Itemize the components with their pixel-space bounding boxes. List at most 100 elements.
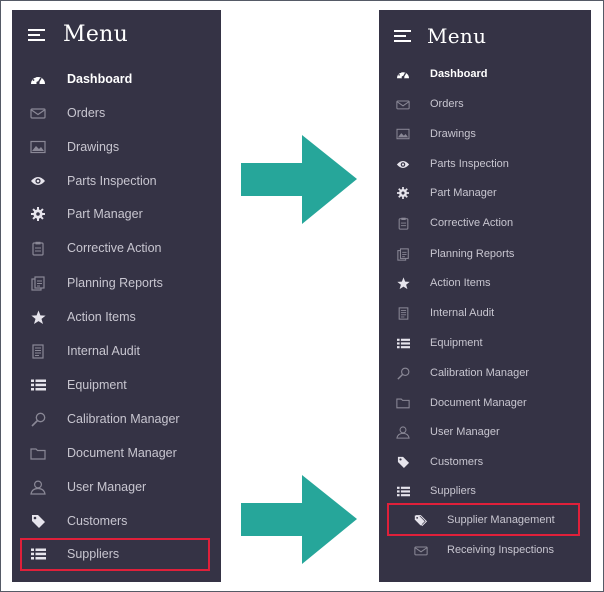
gear-icon	[30, 206, 46, 222]
sidebar-item-label: User Manager	[430, 426, 500, 438]
sidebar-item-label: Corrective Action	[67, 241, 162, 255]
sidebar-item-label: Internal Audit	[67, 344, 140, 358]
sidebar-item-label: Part Manager	[67, 207, 143, 221]
sidebar-item-parts-inspection[interactable]: Parts Inspection	[379, 153, 591, 175]
sidebar-item-label: Action Items	[67, 310, 136, 324]
sidebar-item-part-manager[interactable]: Part Manager	[12, 203, 221, 225]
list-icon	[396, 484, 410, 498]
sidebar-item-label: Parts Inspection	[67, 174, 157, 188]
sidebar-item-label: Parts Inspection	[430, 158, 509, 170]
dashboard-icon	[30, 71, 46, 87]
sidebar-item-label: Supplier Management	[447, 514, 555, 526]
sidebar-item-label: Equipment	[430, 337, 483, 349]
sidebar-item-document-manager[interactable]: Document Manager	[379, 392, 591, 414]
sidebar-item-suppliers[interactable]: Suppliers	[379, 480, 591, 502]
sidebar-item-label: Equipment	[67, 378, 127, 392]
image-icon	[396, 127, 410, 141]
sidebar-item-calibration-manager[interactable]: Calibration Manager	[12, 408, 221, 430]
sidebar-item-label: Orders	[67, 106, 106, 120]
sidebar-item-equipment[interactable]: Equipment	[12, 374, 221, 396]
hamburger-icon[interactable]	[394, 30, 411, 42]
sidebar-item-user-manager[interactable]: User Manager	[379, 421, 591, 443]
sidebar-item-label: Planning Reports	[67, 276, 163, 290]
arrow-right-icon	[241, 135, 357, 224]
sidebar-item-dashboard[interactable]: Dashboard	[379, 63, 591, 85]
sidebar-item-planning-reports[interactable]: Planning Reports	[12, 272, 221, 294]
dashboard-icon	[396, 67, 410, 81]
clipboard-icon	[396, 216, 410, 230]
sidebar-item-label: Document Manager	[430, 397, 527, 409]
sidebar-item-label: Planning Reports	[430, 248, 515, 260]
user-icon	[396, 425, 410, 439]
magnifier-icon	[30, 411, 46, 427]
sidebar-item-part-manager[interactable]: Part Manager	[379, 182, 591, 204]
list-icon	[396, 336, 410, 350]
sidebar-item-planning-reports[interactable]: Planning Reports	[379, 243, 591, 265]
sidebar-item-label: Calibration Manager	[430, 367, 530, 379]
star-icon	[396, 276, 410, 290]
sidebar-item-dashboard[interactable]: Dashboard	[12, 68, 221, 90]
sidebar-item-calibration-manager[interactable]: Calibration Manager	[379, 362, 591, 384]
sidebar-item-label: Orders	[430, 98, 464, 110]
star-icon	[30, 309, 46, 325]
menu-title: Menu	[427, 24, 487, 48]
sidebar-item-orders[interactable]: Orders	[379, 93, 591, 115]
sidebar-item-internal-audit[interactable]: Internal Audit	[12, 340, 221, 362]
hamburger-icon[interactable]	[28, 28, 45, 41]
sidebar-item-parts-inspection[interactable]: Parts Inspection	[12, 170, 221, 192]
sidebar-item-drawings[interactable]: Drawings	[379, 123, 591, 145]
sidebar-item-orders[interactable]: Orders	[12, 102, 221, 124]
sidebar-item-internal-audit[interactable]: Internal Audit	[379, 302, 591, 324]
sidebar-item-user-manager[interactable]: User Manager	[12, 476, 221, 498]
sidebar-item-label: User Manager	[67, 480, 147, 494]
user-icon	[30, 479, 46, 495]
menu-title: Menu	[63, 22, 129, 47]
tag-icon	[396, 455, 410, 469]
sidebar-item-corrective-action[interactable]: Corrective Action	[12, 237, 221, 259]
menu-header[interactable]: Menu	[28, 22, 128, 47]
report-icon	[396, 247, 410, 261]
sidebar-subitem-receiving-inspections[interactable]: Receiving Inspections	[379, 539, 591, 561]
report-icon	[30, 275, 46, 291]
sidebar-item-action-items[interactable]: Action Items	[379, 272, 591, 294]
menu-header[interactable]: Menu	[394, 24, 486, 48]
list-icon	[30, 546, 46, 562]
eye-icon	[30, 173, 46, 189]
sidebar-item-label: Suppliers	[67, 547, 120, 561]
sidebar-item-label: Corrective Action	[430, 217, 514, 229]
document-icon	[396, 306, 410, 320]
sidebar-item-suppliers[interactable]: Suppliers	[12, 543, 221, 565]
sidebar-item-label: Drawings	[67, 140, 120, 154]
eye-icon	[396, 157, 410, 171]
image-icon	[30, 139, 46, 155]
sidebar-item-label: Suppliers	[430, 485, 476, 497]
sidebar-menu-before: Menu Dashboard Orders Drawings Parts Ins…	[12, 10, 221, 582]
sidebar-item-label: Drawings	[430, 128, 476, 140]
sidebar-item-label: Customers	[67, 514, 128, 528]
sidebar-item-label: Dashboard	[67, 72, 133, 86]
envelope-icon	[30, 105, 46, 121]
list-icon	[30, 377, 46, 393]
sidebar-item-label: Part Manager	[430, 187, 497, 199]
sidebar-item-action-items[interactable]: Action Items	[12, 306, 221, 328]
sidebar-item-customers[interactable]: Customers	[12, 510, 221, 532]
sidebar-menu-after: Menu Dashboard Orders Drawings Parts Ins…	[379, 10, 591, 582]
magnifier-icon	[396, 366, 410, 380]
folder-icon	[396, 396, 410, 410]
sidebar-subitem-supplier-management[interactable]: Supplier Management	[379, 509, 591, 531]
sidebar-item-drawings[interactable]: Drawings	[12, 136, 221, 158]
sidebar-item-label: Action Items	[430, 277, 491, 289]
sidebar-item-label: Calibration Manager	[67, 412, 180, 426]
envelope-icon	[396, 97, 410, 111]
gear-icon	[396, 186, 410, 200]
sidebar-item-document-manager[interactable]: Document Manager	[12, 442, 221, 464]
sidebar-item-label: Receiving Inspections	[447, 544, 555, 556]
sidebar-item-customers[interactable]: Customers	[379, 451, 591, 473]
sidebar-item-corrective-action[interactable]: Corrective Action	[379, 212, 591, 234]
sidebar-item-label: Dashboard	[430, 68, 488, 80]
sidebar-item-label: Customers	[430, 456, 484, 468]
clipboard-icon	[30, 240, 46, 256]
sidebar-item-equipment[interactable]: Equipment	[379, 332, 591, 354]
document-icon	[30, 343, 46, 359]
sidebar-item-label: Internal Audit	[430, 307, 495, 319]
